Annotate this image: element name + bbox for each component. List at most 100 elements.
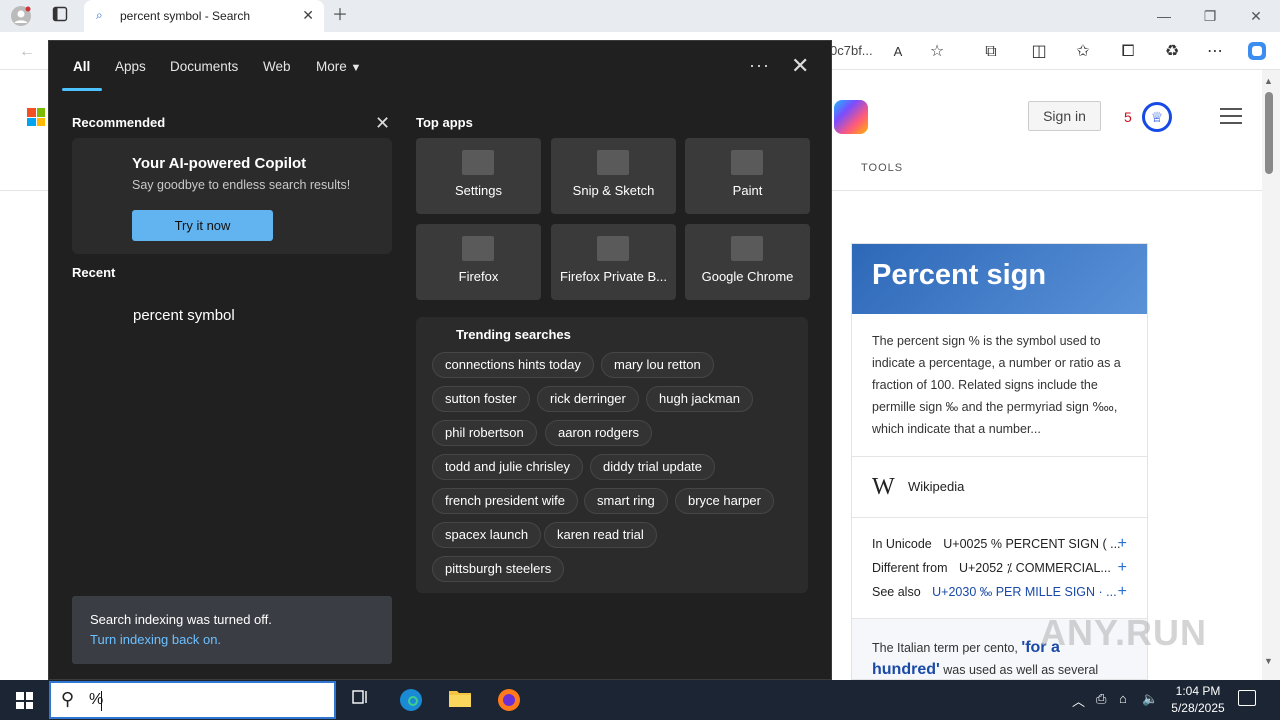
app-tile-settings[interactable]: Settings (416, 138, 541, 214)
extensions-icon[interactable]: ⧉ (980, 41, 1002, 63)
collections-icon[interactable]: ⧠ (1117, 41, 1139, 63)
wikipedia-label: Wikipedia (908, 479, 965, 494)
more-menu-icon[interactable]: ⋯ (1204, 41, 1226, 63)
app-tile-firefox-private[interactable]: Firefox Private B... (551, 224, 676, 300)
tray-chevron-up-icon[interactable]: ︿ (1072, 691, 1085, 710)
app-name: Paint (732, 183, 763, 198)
trending-pill[interactable]: mary lou retton (601, 352, 714, 378)
new-tab-icon[interactable]: ＋ (330, 6, 350, 26)
expand-plus-icon[interactable]: + (1118, 582, 1127, 602)
app-name: Firefox (458, 269, 499, 284)
wikipedia-source[interactable]: W Wikipedia (852, 457, 1147, 517)
trending-pill[interactable]: smart ring (584, 488, 668, 514)
active-tab[interactable]: ⌕ percent symbol - Search ✕ (84, 0, 324, 32)
minimize-icon[interactable]: — (1154, 6, 1174, 26)
turn-indexing-on-link[interactable]: Turn indexing back on. (90, 632, 221, 647)
tab-more[interactable]: More ▼ (316, 59, 361, 74)
close-tab-icon[interactable]: ✕ (302, 7, 314, 24)
favorites-icon[interactable]: ✩ (1072, 41, 1094, 63)
tab-documents[interactable]: Documents (170, 59, 238, 74)
recent-search-item[interactable]: percent symbol (133, 307, 235, 324)
close-icon[interactable]: ✕ (791, 53, 809, 79)
footer-text: The Italian term per cento, (872, 641, 1022, 655)
facts-list: In Unicode U+0025 % PERCENT SIGN ( ... +… (852, 518, 1147, 618)
fact-value[interactable]: U+2030 ‰ PER MILLE SIGN · ... (932, 585, 1116, 599)
performance-icon[interactable]: ♻ (1161, 41, 1183, 63)
firefox-private-icon (597, 236, 629, 261)
tab-all[interactable]: All (73, 59, 90, 74)
network-icon[interactable]: ⌂ (1119, 691, 1127, 706)
windows-start-icon[interactable] (16, 692, 33, 709)
watermark: ANY.RUN (1040, 612, 1208, 653)
trending-pill[interactable]: connections hints today (432, 352, 594, 378)
dismiss-recommended-icon[interactable]: ✕ (375, 113, 390, 134)
taskbar-search-box[interactable]: ⚲ % (49, 681, 336, 719)
fact-row[interactable]: Different from U+2052 ⁒ COMMERCIAL... + (872, 558, 1127, 582)
fact-row[interactable]: See also U+2030 ‰ PER MILLE SIGN · ... + (872, 582, 1127, 606)
window-close-icon[interactable]: ✕ (1246, 6, 1266, 26)
chevron-down-icon: ▼ (350, 62, 362, 74)
firefox-taskbar-icon[interactable] (496, 688, 522, 712)
clock-time[interactable]: 1:04 PM (1170, 684, 1226, 698)
trending-pill[interactable]: aaron rodgers (545, 420, 652, 446)
trending-pill[interactable]: karen read trial (544, 522, 657, 548)
sign-in-button[interactable]: Sign in (1028, 101, 1101, 131)
tab-actions-icon[interactable] (50, 6, 70, 26)
try-it-now-button[interactable]: Try it now (132, 210, 273, 241)
active-tab-indicator (62, 88, 102, 91)
notifications-icon[interactable] (1238, 690, 1256, 706)
restore-icon[interactable]: ❐ (1200, 6, 1220, 26)
edge-icon[interactable] (398, 688, 424, 712)
favorite-star-icon[interactable]: ☆ (926, 41, 948, 63)
copilot-icon[interactable] (1246, 41, 1268, 63)
knowledge-card-description: The percent sign % is the symbol used to… (872, 334, 1121, 436)
profile-icon[interactable] (11, 6, 31, 26)
back-icon[interactable]: ← (16, 41, 38, 63)
promo-title: Your AI-powered Copilot (132, 155, 307, 172)
expand-plus-icon[interactable]: + (1118, 558, 1127, 578)
tools-link[interactable]: TOOLS (861, 162, 903, 174)
app-tile-paint[interactable]: Paint (685, 138, 810, 214)
volume-icon[interactable]: 🔈 (1142, 691, 1158, 707)
microsoft-logo-icon[interactable] (27, 108, 45, 126)
fact-row[interactable]: In Unicode U+0025 % PERCENT SIGN ( ... + (872, 534, 1127, 558)
scrollbar-thumb[interactable] (1265, 92, 1273, 174)
task-view-icon[interactable] (347, 688, 373, 712)
scroll-down-icon[interactable]: ▼ (1264, 656, 1273, 666)
trending-pill[interactable]: hugh jackman (646, 386, 753, 412)
hamburger-menu-icon[interactable] (1220, 108, 1242, 124)
copilot-logo-icon[interactable] (834, 100, 868, 134)
file-explorer-icon[interactable] (447, 688, 473, 712)
tab-apps[interactable]: Apps (115, 59, 146, 74)
search-icon: ⚲ (61, 689, 75, 709)
address-fragment[interactable]: 0c7bf... (830, 43, 873, 58)
clock-date[interactable]: 5/28/2025 (1162, 701, 1234, 715)
rewards-trophy-icon[interactable]: ♕ (1142, 102, 1172, 132)
more-options-icon[interactable]: ··· (749, 55, 770, 76)
copilot-promo-card[interactable]: Your AI-powered Copilot Say goodbye to e… (72, 138, 392, 254)
scroll-up-icon[interactable]: ▲ (1264, 76, 1273, 86)
app-name: Settings (455, 183, 502, 198)
app-tile-snip-sketch[interactable]: Snip & Sketch (551, 138, 676, 214)
split-screen-icon[interactable]: ◫ (1028, 41, 1050, 63)
trending-pill[interactable]: todd and julie chrisley (432, 454, 584, 480)
trending-pill[interactable]: spacex launch (432, 522, 542, 548)
trending-pill[interactable]: sutton foster (432, 386, 530, 412)
rewards-count: 5 (1124, 109, 1132, 125)
tab-web[interactable]: Web (263, 59, 291, 74)
fact-key: See also (872, 585, 921, 599)
app-tile-google-chrome[interactable]: Google Chrome (685, 224, 810, 300)
trending-pill[interactable]: phil robertson (432, 420, 537, 446)
tray-device-icon[interactable]: ⎙ (1096, 691, 1106, 707)
trending-pill[interactable]: pittsburgh steelers (432, 556, 565, 582)
trending-pill[interactable]: rick derringer (537, 386, 639, 412)
read-aloud-icon[interactable]: A (887, 41, 909, 63)
settings-icon (462, 150, 494, 175)
trending-pill[interactable]: french president wife (432, 488, 578, 514)
footer-tail: was used as well as several (939, 663, 1099, 677)
expand-plus-icon[interactable]: + (1118, 534, 1127, 554)
app-tile-firefox[interactable]: Firefox (416, 224, 541, 300)
trending-pill[interactable]: bryce harper (675, 488, 774, 514)
trending-pill[interactable]: diddy trial update (590, 454, 716, 480)
taskbar: ⚲ % ︿ ⎙ ⌂ 🔈 1:04 PM 5/28/2025 (0, 680, 1280, 720)
